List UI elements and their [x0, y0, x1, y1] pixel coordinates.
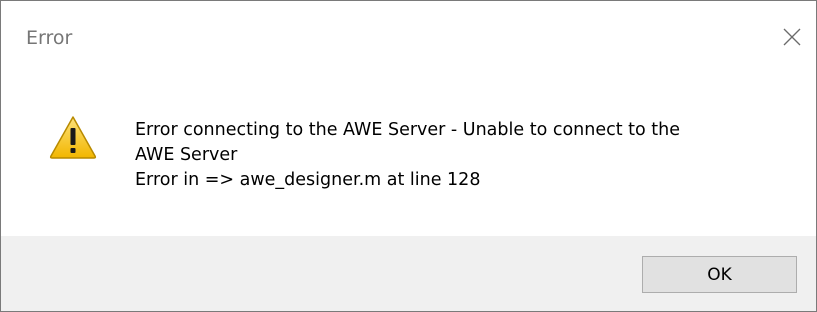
message-line: AWE Server	[135, 145, 238, 165]
error-dialog: Error Error connecting to the AWE Server…	[0, 0, 817, 312]
warning-icon	[49, 116, 97, 159]
dialog-title: Error	[26, 27, 73, 49]
message-line: Error in => awe_designer.m at line 128	[135, 170, 481, 190]
close-button[interactable]	[768, 1, 816, 73]
message-line: Error connecting to the AWE Server - Una…	[135, 120, 681, 140]
error-message: Error connecting to the AWE Server - Una…	[135, 118, 795, 193]
close-icon	[783, 28, 801, 46]
dialog-footer: OK	[1, 236, 816, 311]
dialog-content: Error connecting to the AWE Server - Una…	[1, 73, 816, 236]
ok-button[interactable]: OK	[642, 256, 797, 293]
